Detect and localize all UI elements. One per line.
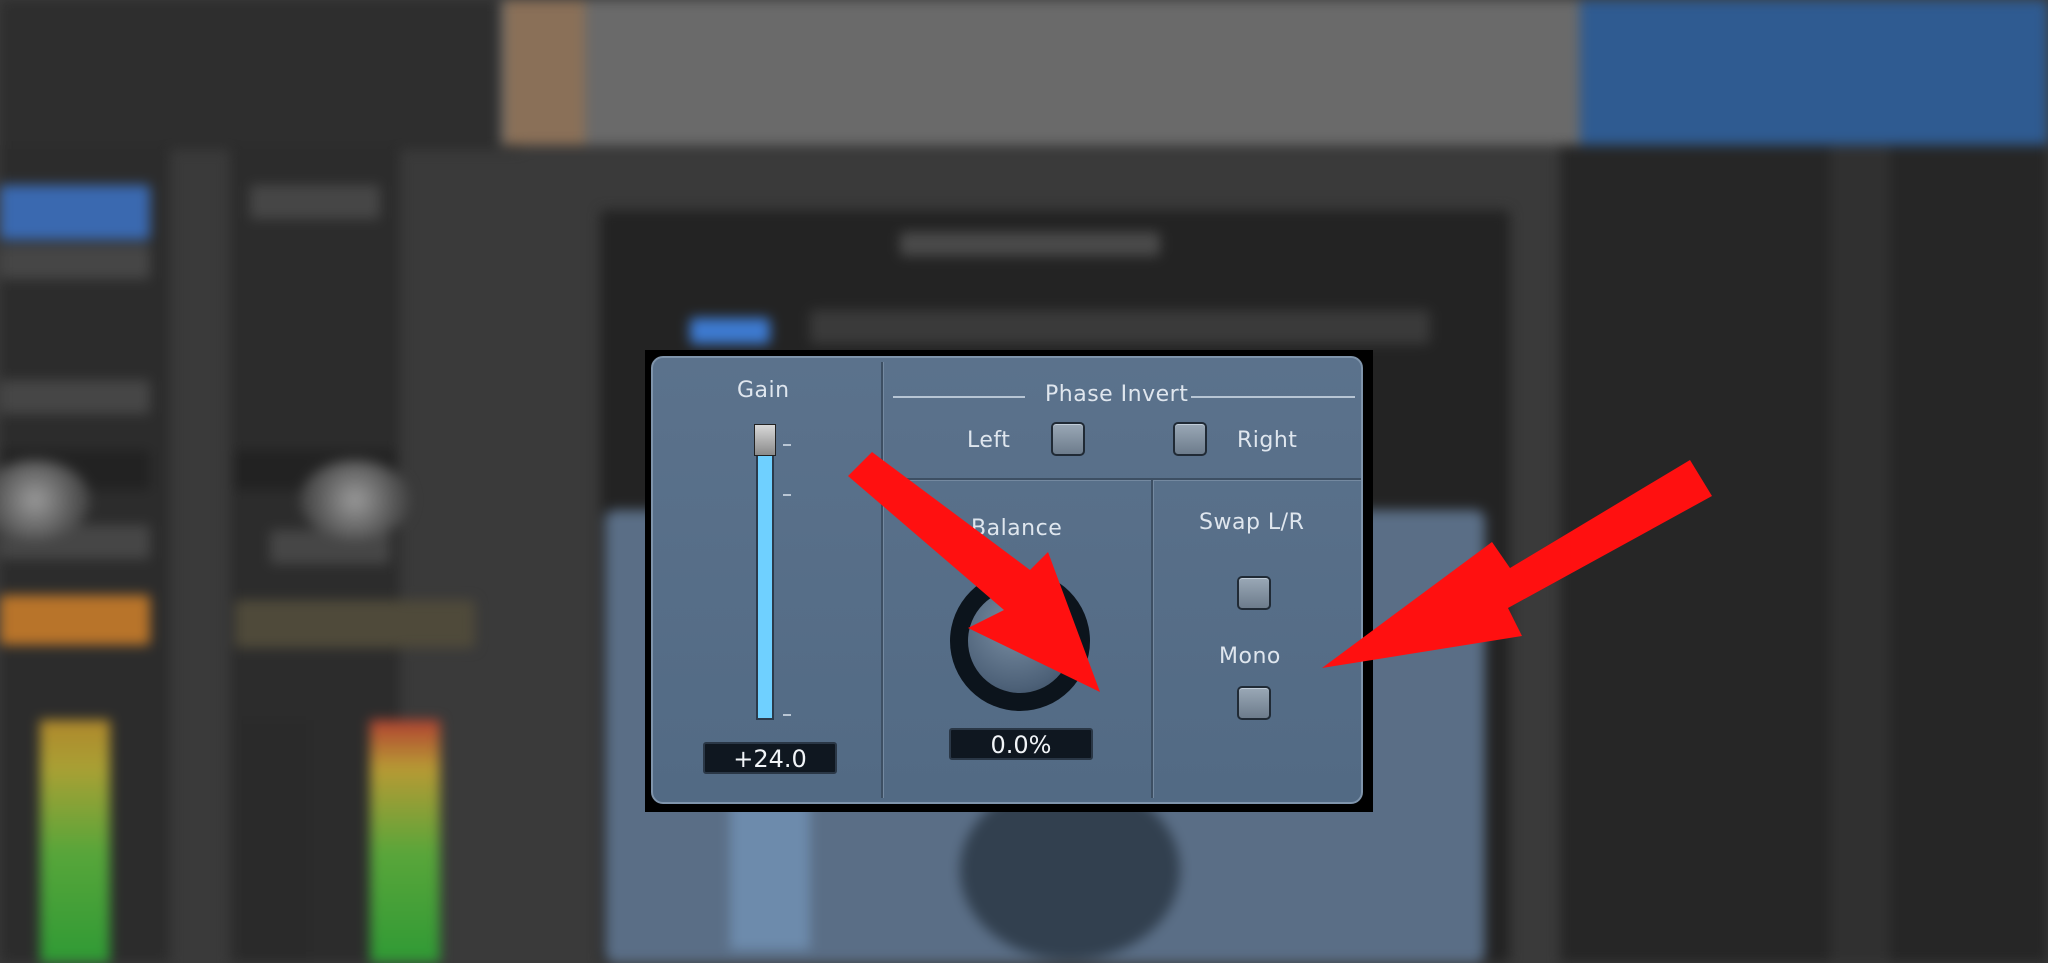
annotation-arrow-right xyxy=(1322,460,1712,668)
annotation-arrow-left xyxy=(848,452,1100,692)
annotation-arrows xyxy=(848,452,1712,692)
